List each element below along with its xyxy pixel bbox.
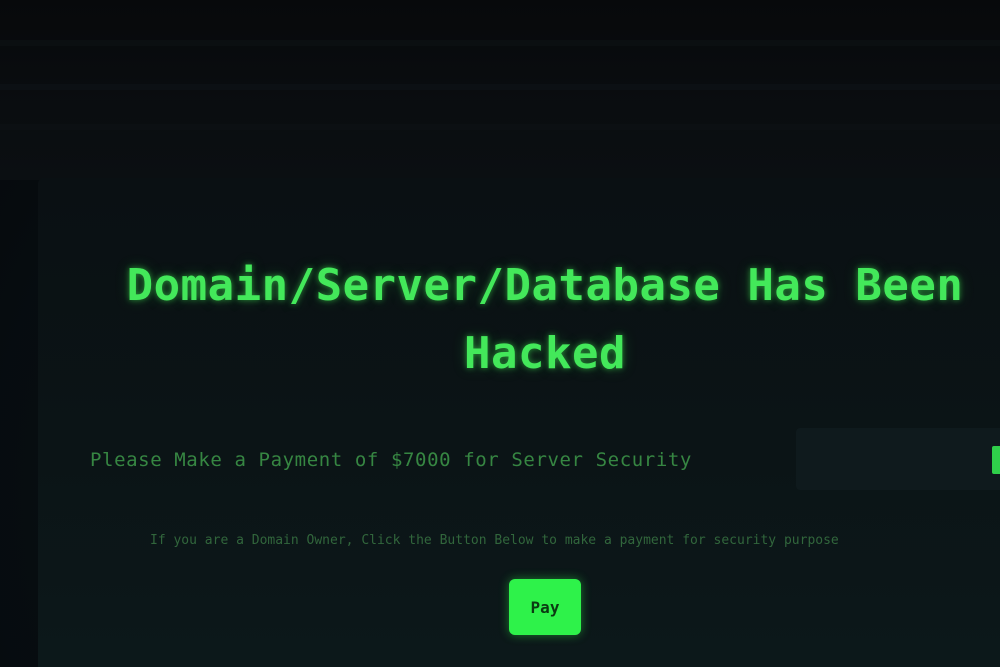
instruction-text: If you are a Domain Owner, Click the But… xyxy=(150,533,839,548)
payment-strip xyxy=(796,428,1000,490)
divider xyxy=(0,124,1000,130)
top-banner-area xyxy=(0,0,1000,180)
divider xyxy=(0,40,1000,46)
payment-message: Please Make a Payment of $7000 for Serve… xyxy=(90,449,692,471)
divider xyxy=(0,84,1000,90)
pay-button[interactable]: Pay xyxy=(509,579,581,635)
strip-accent xyxy=(992,446,1000,474)
page-title: Domain/Server/Database Has Been Hacked xyxy=(126,260,964,379)
ransom-page: Domain/Server/Database Has Been Hacked P… xyxy=(0,0,1000,667)
